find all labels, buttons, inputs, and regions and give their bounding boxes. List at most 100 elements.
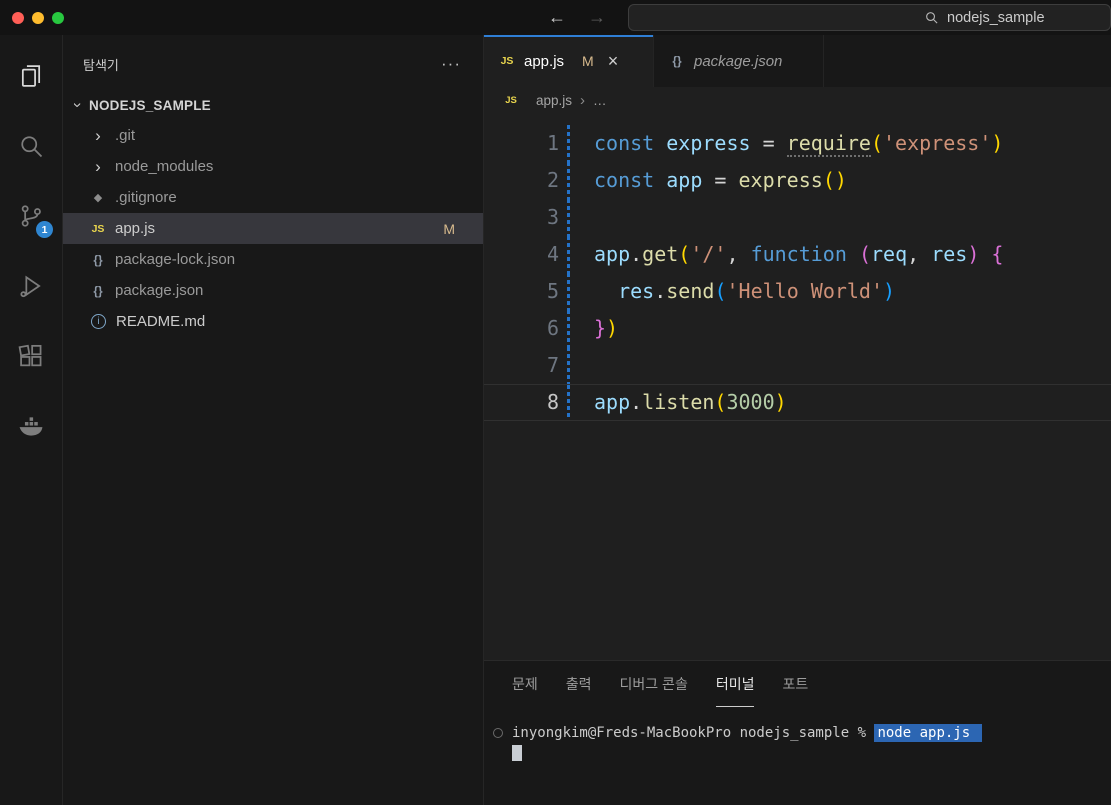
- window-controls: [0, 12, 64, 24]
- zoom-window-button[interactable]: [52, 12, 64, 24]
- history-navigation: ← →: [548, 0, 606, 35]
- code-line-5[interactable]: 5 res.send('Hello World'): [484, 273, 1111, 310]
- line-content: app.listen(3000): [570, 385, 787, 420]
- line-number: 2: [484, 162, 559, 199]
- docker-icon: [17, 412, 45, 440]
- tree-item-package.json[interactable]: {} package.json: [63, 275, 483, 306]
- activity-run-debug-button[interactable]: [0, 251, 62, 321]
- line-number: 8: [484, 385, 559, 420]
- activity-extensions-button[interactable]: [0, 321, 62, 391]
- close-window-button[interactable]: [12, 12, 24, 24]
- search-icon: [17, 132, 45, 160]
- chevron-right-icon: ›: [580, 92, 585, 109]
- extensions-icon: [17, 342, 45, 370]
- command-center[interactable]: nodejs_sample: [628, 4, 1111, 31]
- vscode-window: ← → nodejs_sample 1: [0, 0, 1111, 805]
- file-name: package-lock.json: [115, 251, 235, 268]
- breadcrumb-file[interactable]: app.js: [536, 93, 572, 108]
- tab-label: package.json: [694, 53, 782, 70]
- chevron-right-icon: ›: [89, 159, 107, 174]
- panel-tab-터미널[interactable]: 터미널: [716, 661, 755, 707]
- command-decoration-icon[interactable]: [493, 728, 503, 738]
- line-number: 5: [484, 273, 559, 310]
- activity-search-button[interactable]: [0, 111, 62, 181]
- chevron-right-icon: ›: [89, 128, 107, 143]
- terminal-selected-command: node app.js: [874, 724, 981, 742]
- code-line-1[interactable]: 1 const express = require('express'): [484, 125, 1111, 162]
- js-file-icon: JS: [502, 95, 520, 106]
- panel-tab-디버그-콘솔[interactable]: 디버그 콘솔: [620, 661, 688, 707]
- code-line-8[interactable]: 8 app.listen(3000): [484, 384, 1111, 421]
- project-name-label: NODEJS_SAMPLE: [89, 98, 211, 113]
- braces-file-icon: {}: [89, 284, 107, 298]
- line-number: 3: [484, 199, 559, 236]
- js-file-icon: JS: [498, 55, 516, 67]
- command-center-label: nodejs_sample: [947, 10, 1045, 26]
- file-name: app.js: [115, 220, 155, 237]
- code-line-6[interactable]: 6}): [484, 310, 1111, 347]
- forward-button[interactable]: →: [588, 7, 606, 28]
- code-line-4[interactable]: 4app.get('/', function (req, res) {: [484, 236, 1111, 273]
- braces-file-icon: {}: [89, 253, 107, 267]
- explorer-icon: [17, 62, 45, 90]
- code-line-7[interactable]: 7: [484, 347, 1111, 384]
- activity-docker-button[interactable]: [0, 391, 62, 461]
- terminal-cursor: [512, 745, 522, 761]
- line-content: res.send('Hello World'): [570, 273, 895, 310]
- tree-item-.gitignore[interactable]: ◆.gitignore: [63, 182, 483, 213]
- file-name: node_modules: [115, 158, 213, 175]
- file-tree: ›.git›node_modules◆.gitignoreJSapp.jsM{}…: [63, 120, 483, 337]
- code-line-2[interactable]: 2 const app = express(): [484, 162, 1111, 199]
- line-number: 7: [484, 347, 559, 384]
- line-content: [570, 347, 594, 384]
- file-name: .git: [115, 127, 135, 144]
- activity-source-control-button[interactable]: 1: [0, 181, 62, 251]
- line-number: 4: [484, 236, 559, 273]
- file-name: package.json: [115, 282, 203, 299]
- code-editor[interactable]: 1 const express = require('express') 2 cons…: [484, 113, 1111, 660]
- sidebar-header: 탐색기 ···: [63, 49, 483, 79]
- close-tab-icon[interactable]: ×: [608, 51, 619, 72]
- command-center-content: nodejs_sample: [924, 5, 1045, 30]
- chevron-down-icon: ›: [68, 98, 86, 112]
- editor-tabs: JS app.js M × {} package.json: [484, 35, 1111, 87]
- line-content: }): [570, 310, 618, 347]
- panel-tab-포트[interactable]: 포트: [782, 661, 808, 707]
- js-file-icon: JS: [89, 223, 107, 235]
- tree-item-app.js[interactable]: JSapp.jsM: [63, 213, 483, 244]
- terminal[interactable]: inyongkim@Freds-MacBookPro nodejs_sample…: [484, 707, 1111, 805]
- workbench: 1 탐색기 ··· › NODEJS_SAMPLE › .git › node_mod…: [0, 35, 1111, 805]
- views-more-actions-icon[interactable]: ···: [441, 59, 461, 69]
- line-number: 6: [484, 310, 559, 347]
- tree-item-package-lock.json[interactable]: {} package-lock.json: [63, 244, 483, 275]
- back-button[interactable]: ←: [548, 7, 566, 28]
- code-line-3[interactable]: 3: [484, 199, 1111, 236]
- panel-tabs: 문제 출력 디버그 콘솔 터미널 포트: [484, 661, 1111, 707]
- activity-bar: 1: [0, 35, 63, 805]
- minimize-window-button[interactable]: [32, 12, 44, 24]
- file-name: .gitignore: [115, 189, 177, 206]
- section-header-project[interactable]: › NODEJS_SAMPLE: [63, 92, 483, 118]
- editor-group: JS app.js M × {} package.json JS app.js …: [484, 35, 1111, 805]
- terminal-command-line: inyongkim@Freds-MacBookPro nodejs_sample…: [493, 723, 1111, 743]
- terminal-prompt: inyongkim@Freds-MacBookPro nodejs_sample…: [512, 725, 874, 741]
- tree-item-node_modules[interactable]: › node_modules: [63, 151, 483, 182]
- line-content: [570, 199, 594, 236]
- tree-item-.git[interactable]: › .git: [63, 120, 483, 151]
- file-name: README.md: [116, 313, 205, 330]
- tree-item-README.md[interactable]: i README.md: [63, 306, 483, 337]
- tab-app-js[interactable]: JS app.js M ×: [484, 35, 654, 87]
- line-content: const express = require('express'): [570, 125, 1003, 162]
- panel-tab-문제[interactable]: 문제: [512, 661, 538, 707]
- activity-explorer-button[interactable]: [0, 41, 62, 111]
- line-number: 1: [484, 125, 559, 162]
- tab-label: app.js: [524, 53, 564, 70]
- git-modified-badge: M: [582, 53, 594, 69]
- bottom-panel: 문제 출력 디버그 콘솔 터미널 포트 inyongkim@Freds-MacBookP…: [484, 660, 1111, 805]
- sidebar-explorer: 탐색기 ··· › NODEJS_SAMPLE › .git › node_modul…: [63, 35, 484, 805]
- breadcrumb-symbol-more[interactable]: …: [593, 93, 607, 108]
- line-content: const app = express(): [570, 162, 847, 199]
- info-file-icon: i: [91, 314, 106, 329]
- tab-package-json[interactable]: {} package.json: [654, 35, 824, 87]
- panel-tab-출력[interactable]: 출력: [566, 661, 592, 707]
